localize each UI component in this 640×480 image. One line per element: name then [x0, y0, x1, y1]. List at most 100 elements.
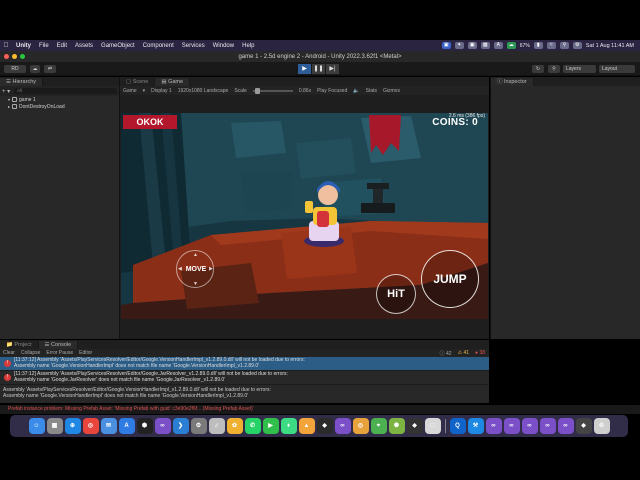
- screenshot-icon[interactable]: ▣: [467, 42, 477, 49]
- whatsapp-icon[interactable]: ✆: [244, 418, 261, 434]
- battery-icon[interactable]: ▮: [533, 42, 543, 49]
- tab-game[interactable]: ▤ Game: [155, 78, 191, 86]
- search-icon[interactable]: ⚲: [559, 42, 569, 49]
- scale-slider[interactable]: [252, 87, 293, 94]
- visual-studio-icon-3[interactable]: ∞: [485, 418, 502, 434]
- android-icon[interactable]: ⚉: [388, 418, 405, 434]
- add-icon[interactable]: + ▾: [2, 88, 12, 95]
- wifi-icon[interactable]: ≈: [546, 42, 556, 49]
- finder-window-icon[interactable]: □: [424, 418, 441, 434]
- account-button[interactable]: RD: [4, 65, 26, 73]
- pause-icon[interactable]: ❚❚: [312, 64, 325, 74]
- play-focused-dropdown[interactable]: Play Focused: [317, 88, 347, 94]
- menu-help[interactable]: Help: [238, 43, 258, 49]
- menu-services[interactable]: Services: [178, 43, 209, 49]
- menu-assets[interactable]: Assets: [71, 43, 97, 49]
- clock[interactable]: Sat 1 Aug 11:41 AM: [586, 43, 634, 49]
- safari-icon[interactable]: ⊕: [64, 418, 81, 434]
- zoom-window-icon[interactable]: [20, 54, 25, 59]
- layers-dropdown[interactable]: Layers: [563, 65, 596, 73]
- visual-studio-icon-7[interactable]: ∞: [557, 418, 574, 434]
- mp3-icon[interactable]: ♫: [208, 418, 225, 434]
- tab-console[interactable]: ☰ Console: [38, 341, 79, 349]
- finder-icon[interactable]: ☺: [28, 418, 45, 434]
- menu-unity[interactable]: Unity: [12, 43, 35, 49]
- facetime-icon[interactable]: ▶: [262, 418, 279, 434]
- hit-button[interactable]: HiT: [376, 274, 416, 314]
- info-count[interactable]: ⓘ 42: [440, 350, 452, 357]
- display-dropdown[interactable]: Display 1: [151, 88, 172, 94]
- resolution-dropdown[interactable]: 1920x1080 Landscape: [178, 88, 229, 94]
- error-pause-button[interactable]: Error Pause: [46, 350, 73, 356]
- text-icon[interactable]: A: [493, 42, 503, 49]
- tab-scene[interactable]: ▢ Scene: [120, 78, 156, 86]
- menu-component[interactable]: Component: [139, 43, 178, 49]
- history-icon[interactable]: ↻: [532, 65, 544, 73]
- launchpad-icon[interactable]: ▦: [46, 418, 63, 434]
- collapse-button[interactable]: Collapse: [21, 350, 40, 356]
- close-window-icon[interactable]: [4, 54, 9, 59]
- hierarchy-item[interactable]: ▸ DontDestroyOnLoad: [0, 103, 119, 110]
- photos-icon[interactable]: ✿: [226, 418, 243, 434]
- keynote-icon[interactable]: ▲: [298, 418, 315, 434]
- tab-project[interactable]: 📁 Project: [0, 341, 39, 349]
- menu-gameobject[interactable]: GameObject: [97, 43, 139, 49]
- move-joystick[interactable]: ▲ ▼ ◀ ▶ MOVE: [176, 250, 214, 288]
- maps-icon[interactable]: ⌖: [370, 418, 387, 434]
- step-icon[interactable]: ▶|: [326, 64, 339, 74]
- cloud-icon[interactable]: ☁: [506, 42, 516, 49]
- screen-record-icon[interactable]: ▣: [441, 42, 451, 49]
- hierarchy-search-input[interactable]: All: [14, 88, 117, 94]
- unity-icon-3[interactable]: ◆: [575, 418, 592, 434]
- quicktime-icon[interactable]: Q: [449, 418, 466, 434]
- warning-count[interactable]: ⚠ 41: [458, 350, 469, 357]
- tab-hierarchy[interactable]: ☰ Hierarchy: [0, 78, 44, 86]
- android-studio-icon[interactable]: ♦: [280, 418, 297, 434]
- apple-icon[interactable]: : [0, 42, 12, 49]
- settings-icon[interactable]: ⚙: [190, 418, 207, 434]
- app-store-icon[interactable]: A: [118, 418, 135, 434]
- unity-icon-2[interactable]: ◆: [406, 418, 423, 434]
- visual-studio-icon-2[interactable]: ∞: [334, 418, 351, 434]
- stats-button[interactable]: Stats: [366, 88, 377, 94]
- hub-icon[interactable]: ✦: [454, 42, 464, 49]
- xcode-icon[interactable]: ⚒: [467, 418, 484, 434]
- mail-icon[interactable]: ✉: [100, 418, 117, 434]
- minimize-window-icon[interactable]: [12, 54, 17, 59]
- chrome-canary-icon[interactable]: ◎: [352, 418, 369, 434]
- clear-button[interactable]: Clear: [3, 350, 15, 356]
- menu-window[interactable]: Window: [209, 43, 238, 49]
- gizmos-button[interactable]: Gizmos: [383, 88, 400, 94]
- visual-studio-icon[interactable]: ∞: [154, 418, 171, 434]
- control-center-icon[interactable]: ⚙: [572, 42, 582, 49]
- visual-studio-icon-4[interactable]: ∞: [503, 418, 520, 434]
- game-mode-dropdown[interactable]: Game: [123, 88, 137, 94]
- image-icon[interactable]: ▩: [480, 42, 490, 49]
- layout-dropdown[interactable]: Layout: [599, 65, 635, 73]
- visual-studio-icon-6[interactable]: ∞: [539, 418, 556, 434]
- cloud-button-icon[interactable]: ☁: [30, 65, 40, 73]
- trash-icon[interactable]: ♲: [593, 418, 610, 434]
- jump-button[interactable]: JUMP: [421, 250, 479, 308]
- editor-dropdown[interactable]: Editor: [79, 350, 92, 356]
- console-message[interactable]: ! [11:37:12] Assembly 'Assets/PlayServic…: [0, 357, 489, 371]
- hierarchy-item[interactable]: ▾ game 1: [0, 96, 119, 103]
- unity-icon[interactable]: ◆: [316, 418, 333, 434]
- menu-file[interactable]: File: [35, 43, 53, 49]
- mute-audio-icon[interactable]: 🔈: [353, 88, 359, 94]
- error-count[interactable]: ● 38: [475, 350, 485, 357]
- vscode-icon[interactable]: ❯: [172, 418, 189, 434]
- game-viewport[interactable]: OKOK 2.6 ms (386 fps) COINS: 0 ▲ ▼ ◀ ▶ M…: [121, 113, 488, 319]
- collab-button-icon[interactable]: ⇄: [44, 65, 56, 73]
- search-toolbar-icon[interactable]: ⚲: [548, 65, 560, 73]
- expand-arrow-icon[interactable]: ▾: [8, 97, 10, 102]
- menu-edit[interactable]: Edit: [53, 43, 71, 49]
- console-message[interactable]: ! [11:37:12] Assembly 'Assets/PlayServic…: [0, 371, 489, 385]
- unity-hub-icon[interactable]: ⬢: [136, 418, 153, 434]
- status-bar[interactable]: Prefab instance problem: Missing Prefab …: [0, 405, 640, 414]
- tab-inspector[interactable]: ⓘ Inspector: [491, 78, 534, 86]
- chrome-icon[interactable]: ◎: [82, 418, 99, 434]
- visual-studio-icon-5[interactable]: ∞: [521, 418, 538, 434]
- expand-arrow-icon[interactable]: ▸: [8, 104, 10, 109]
- play-icon[interactable]: ▶: [298, 64, 311, 74]
